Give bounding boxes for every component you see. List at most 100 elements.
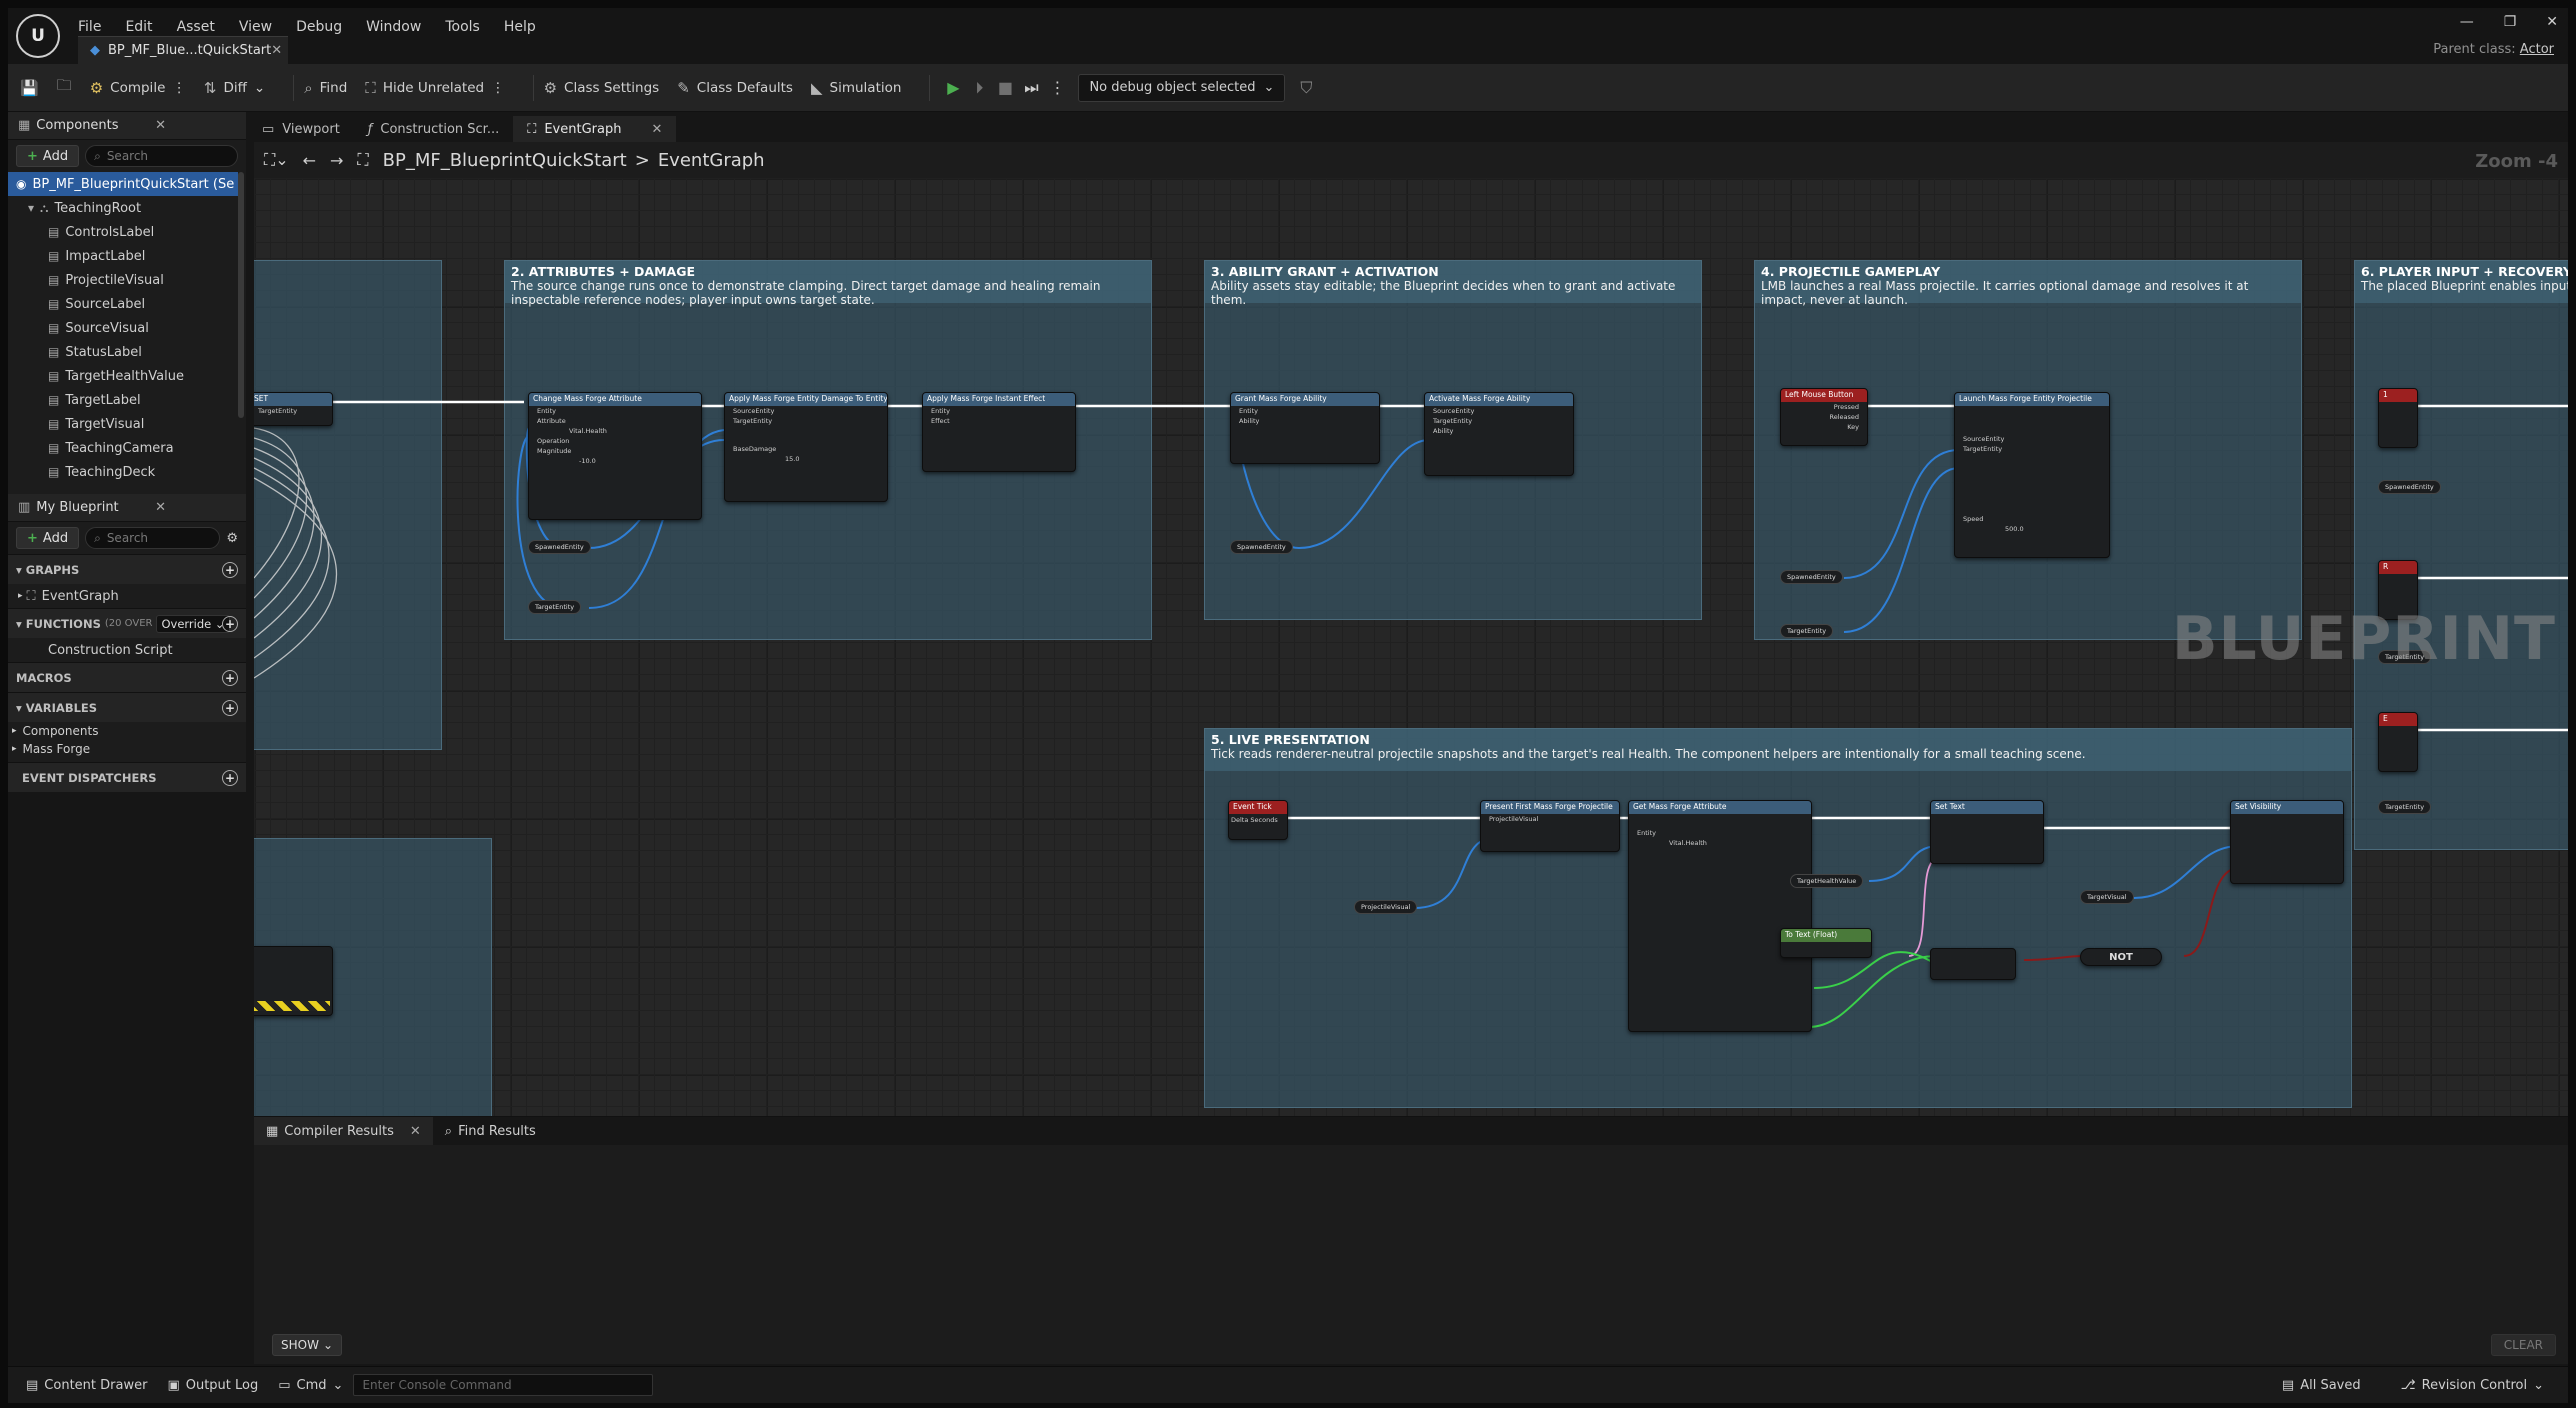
- activate-ability-node[interactable]: Activate Mass Forge Ability SourceEntity…: [1424, 392, 1574, 476]
- variable-spawned-entity[interactable]: SpawnedEntity: [2378, 480, 2441, 494]
- eject-icon[interactable]: ⏭: [1018, 75, 1044, 101]
- content-drawer-button[interactable]: ▤ Content Drawer: [16, 1378, 157, 1393]
- component-item[interactable]: ▤ ControlsLabel: [8, 220, 246, 244]
- graph-canvas[interactable]: 2. ATTRIBUTES + DAMAGE The source change …: [254, 178, 2568, 1116]
- add-component-button[interactable]: + Add: [16, 145, 80, 167]
- component-item[interactable]: ▤ TeachingCamera: [8, 436, 246, 460]
- graphs-section[interactable]: ▾ GRAPHS +: [8, 554, 246, 584]
- tab-construction-script[interactable]: ƒ Construction Scr...: [354, 116, 513, 142]
- close-icon[interactable]: ✕: [155, 500, 166, 515]
- save-button[interactable]: 💾: [20, 79, 39, 97]
- menu-window[interactable]: Window: [354, 19, 433, 35]
- class-settings-button[interactable]: ⚙ Class Settings: [544, 79, 660, 97]
- set-node[interactable]: SET TargetEntity: [254, 392, 333, 426]
- close-window-icon[interactable]: ✕: [2546, 14, 2558, 30]
- revision-control-button[interactable]: ⎇ Revision Control ⌄: [2391, 1378, 2554, 1393]
- variable-category-mass-forge[interactable]: ▸ Mass Forge: [8, 740, 246, 758]
- tab-find-results[interactable]: ⌕ Find Results: [433, 1117, 548, 1145]
- close-icon[interactable]: ✕: [651, 122, 662, 137]
- menu-tools[interactable]: Tools: [433, 19, 492, 35]
- tab-viewport[interactable]: ▭ Viewport: [248, 116, 354, 142]
- browse-button[interactable]: 🗀: [57, 75, 72, 100]
- component-item[interactable]: ▤ ImpactLabel: [8, 244, 246, 268]
- menu-view[interactable]: View: [227, 19, 284, 35]
- add-variable-icon[interactable]: +: [222, 699, 238, 716]
- macros-section[interactable]: MACROS +: [8, 662, 246, 692]
- gear-icon[interactable]: ⚙: [226, 531, 238, 546]
- variable-category-components[interactable]: ▸ Components: [8, 722, 246, 740]
- diff-button[interactable]: ⇅ Diff ⌄: [204, 79, 265, 97]
- close-icon[interactable]: ✕: [155, 118, 166, 133]
- menu-asset[interactable]: Asset: [165, 19, 227, 35]
- more-icon[interactable]: ⋮: [172, 80, 186, 96]
- components-tab[interactable]: ▦ Components ✕: [8, 112, 246, 140]
- override-dropdown[interactable]: Override ⌄: [156, 614, 230, 633]
- variables-section[interactable]: ▾ VARIABLES +: [8, 692, 246, 722]
- set-text-node[interactable]: Set Text: [1930, 800, 2044, 864]
- add-dispatcher-icon[interactable]: +: [222, 769, 238, 786]
- present-projectile-node[interactable]: Present First Mass Forge Projectile Proj…: [1480, 800, 1620, 852]
- my-blueprint-tab[interactable]: ▥ My Blueprint ✕: [8, 494, 246, 522]
- functions-section[interactable]: ▾ FUNCTIONS (20 OVER Override ⌄ +: [8, 608, 246, 638]
- components-search-input[interactable]: ⌕ Search: [85, 145, 238, 167]
- component-item[interactable]: ▤ TeachingDeck: [8, 460, 246, 484]
- inspect-node[interactable]: [254, 946, 333, 1016]
- parent-class-link[interactable]: Actor: [2520, 42, 2554, 57]
- add-graph-icon[interactable]: +: [222, 561, 238, 578]
- set-visibility-node[interactable]: Set Visibility: [2230, 800, 2344, 884]
- output-log-button[interactable]: ▣ Output Log: [157, 1378, 268, 1393]
- variable-target-visual[interactable]: TargetVisual: [2080, 890, 2134, 904]
- component-item[interactable]: ▤ TargetVisual: [8, 412, 246, 436]
- close-icon[interactable]: ✕: [271, 43, 282, 58]
- asset-editor-tab[interactable]: ◆ BP_MF_Blue...tQuickStart ✕: [78, 36, 288, 64]
- simulation-button[interactable]: ◣ Simulation: [811, 79, 901, 97]
- variable-spawned-entity[interactable]: SpawnedEntity: [1780, 570, 1843, 584]
- apply-damage-node[interactable]: Apply Mass Forge Entity Damage To Entity…: [724, 392, 888, 502]
- component-teaching-root[interactable]: ▾ ⛬ TeachingRoot: [8, 196, 246, 220]
- apply-instant-effect-node[interactable]: Apply Mass Forge Instant Effect Entity E…: [922, 392, 1076, 472]
- history-dropdown-icon[interactable]: ⛶⌄: [264, 150, 289, 170]
- minimize-icon[interactable]: —: [2460, 14, 2474, 30]
- get-attribute-node[interactable]: Get Mass Forge Attribute Entity Vital.He…: [1628, 800, 1812, 1032]
- close-icon[interactable]: ✕: [410, 1124, 421, 1139]
- console-input[interactable]: Enter Console Command: [353, 1374, 654, 1396]
- breadcrumb-root[interactable]: BP_MF_BlueprintQuickStart: [383, 150, 627, 171]
- function-item-construction-script[interactable]: Construction Script: [8, 638, 246, 662]
- clear-button[interactable]: CLEAR: [2490, 1334, 2556, 1356]
- graph-item-eventgraph[interactable]: ▸ ⛶ EventGraph: [8, 584, 246, 608]
- component-root[interactable]: ◉ BP_MF_BlueprintQuickStart (Se: [8, 172, 238, 196]
- component-item[interactable]: ▤ TargetHealthValue: [8, 364, 246, 388]
- components-scrollbar[interactable]: [238, 172, 244, 418]
- add-macro-icon[interactable]: +: [222, 669, 238, 686]
- all-saved-indicator[interactable]: ▤ All Saved: [2272, 1378, 2371, 1393]
- find-button[interactable]: ⌕ Find: [304, 79, 347, 97]
- play-icon[interactable]: ▶: [940, 75, 966, 101]
- variable-target-entity[interactable]: TargetEntity: [1780, 624, 1834, 638]
- left-mouse-button-node[interactable]: Left Mouse Button Pressed Released Key: [1780, 388, 1868, 446]
- hide-unrelated-button[interactable]: ⛶ Hide Unrelated ⋮: [365, 79, 504, 97]
- pin-value[interactable]: 15.0: [725, 454, 887, 464]
- tab-eventgraph[interactable]: ⛶ EventGraph ✕: [513, 116, 677, 142]
- variable-target-entity[interactable]: TargetEntity: [2378, 800, 2432, 814]
- menu-edit[interactable]: Edit: [113, 19, 164, 35]
- grant-ability-node[interactable]: Grant Mass Forge Ability Entity Ability: [1230, 392, 1380, 464]
- unreal-logo-icon[interactable]: U: [16, 14, 60, 58]
- component-item[interactable]: ▤ StatusLabel: [8, 340, 246, 364]
- cmd-dropdown[interactable]: ▭ Cmd ⌄: [268, 1378, 353, 1393]
- more-icon[interactable]: ⋮: [491, 80, 505, 96]
- stop-icon[interactable]: ■: [992, 75, 1018, 101]
- event-tick-node[interactable]: Event Tick Delta Seconds: [1228, 800, 1288, 840]
- pin-value[interactable]: -10.0: [529, 456, 701, 466]
- add-member-button[interactable]: + Add: [16, 527, 80, 549]
- change-mass-forge-attribute-node[interactable]: Change Mass Forge Attribute Entity Attri…: [528, 392, 702, 520]
- component-item[interactable]: ▤ SourceLabel: [8, 292, 246, 316]
- variable-spawned-entity[interactable]: SpawnedEntity: [1230, 540, 1293, 554]
- variable-spawned-entity[interactable]: SpawnedEntity: [528, 540, 591, 554]
- menu-debug[interactable]: Debug: [284, 19, 354, 35]
- debug-filter-icon[interactable]: ⛉: [1293, 75, 1319, 101]
- key-e-input-node[interactable]: E: [2378, 712, 2418, 772]
- back-arrow-icon[interactable]: ←: [303, 151, 316, 170]
- key-1-input-node[interactable]: 1: [2378, 388, 2418, 448]
- less-equal-node[interactable]: [1930, 948, 2016, 980]
- show-button[interactable]: SHOW ⌄: [272, 1334, 343, 1356]
